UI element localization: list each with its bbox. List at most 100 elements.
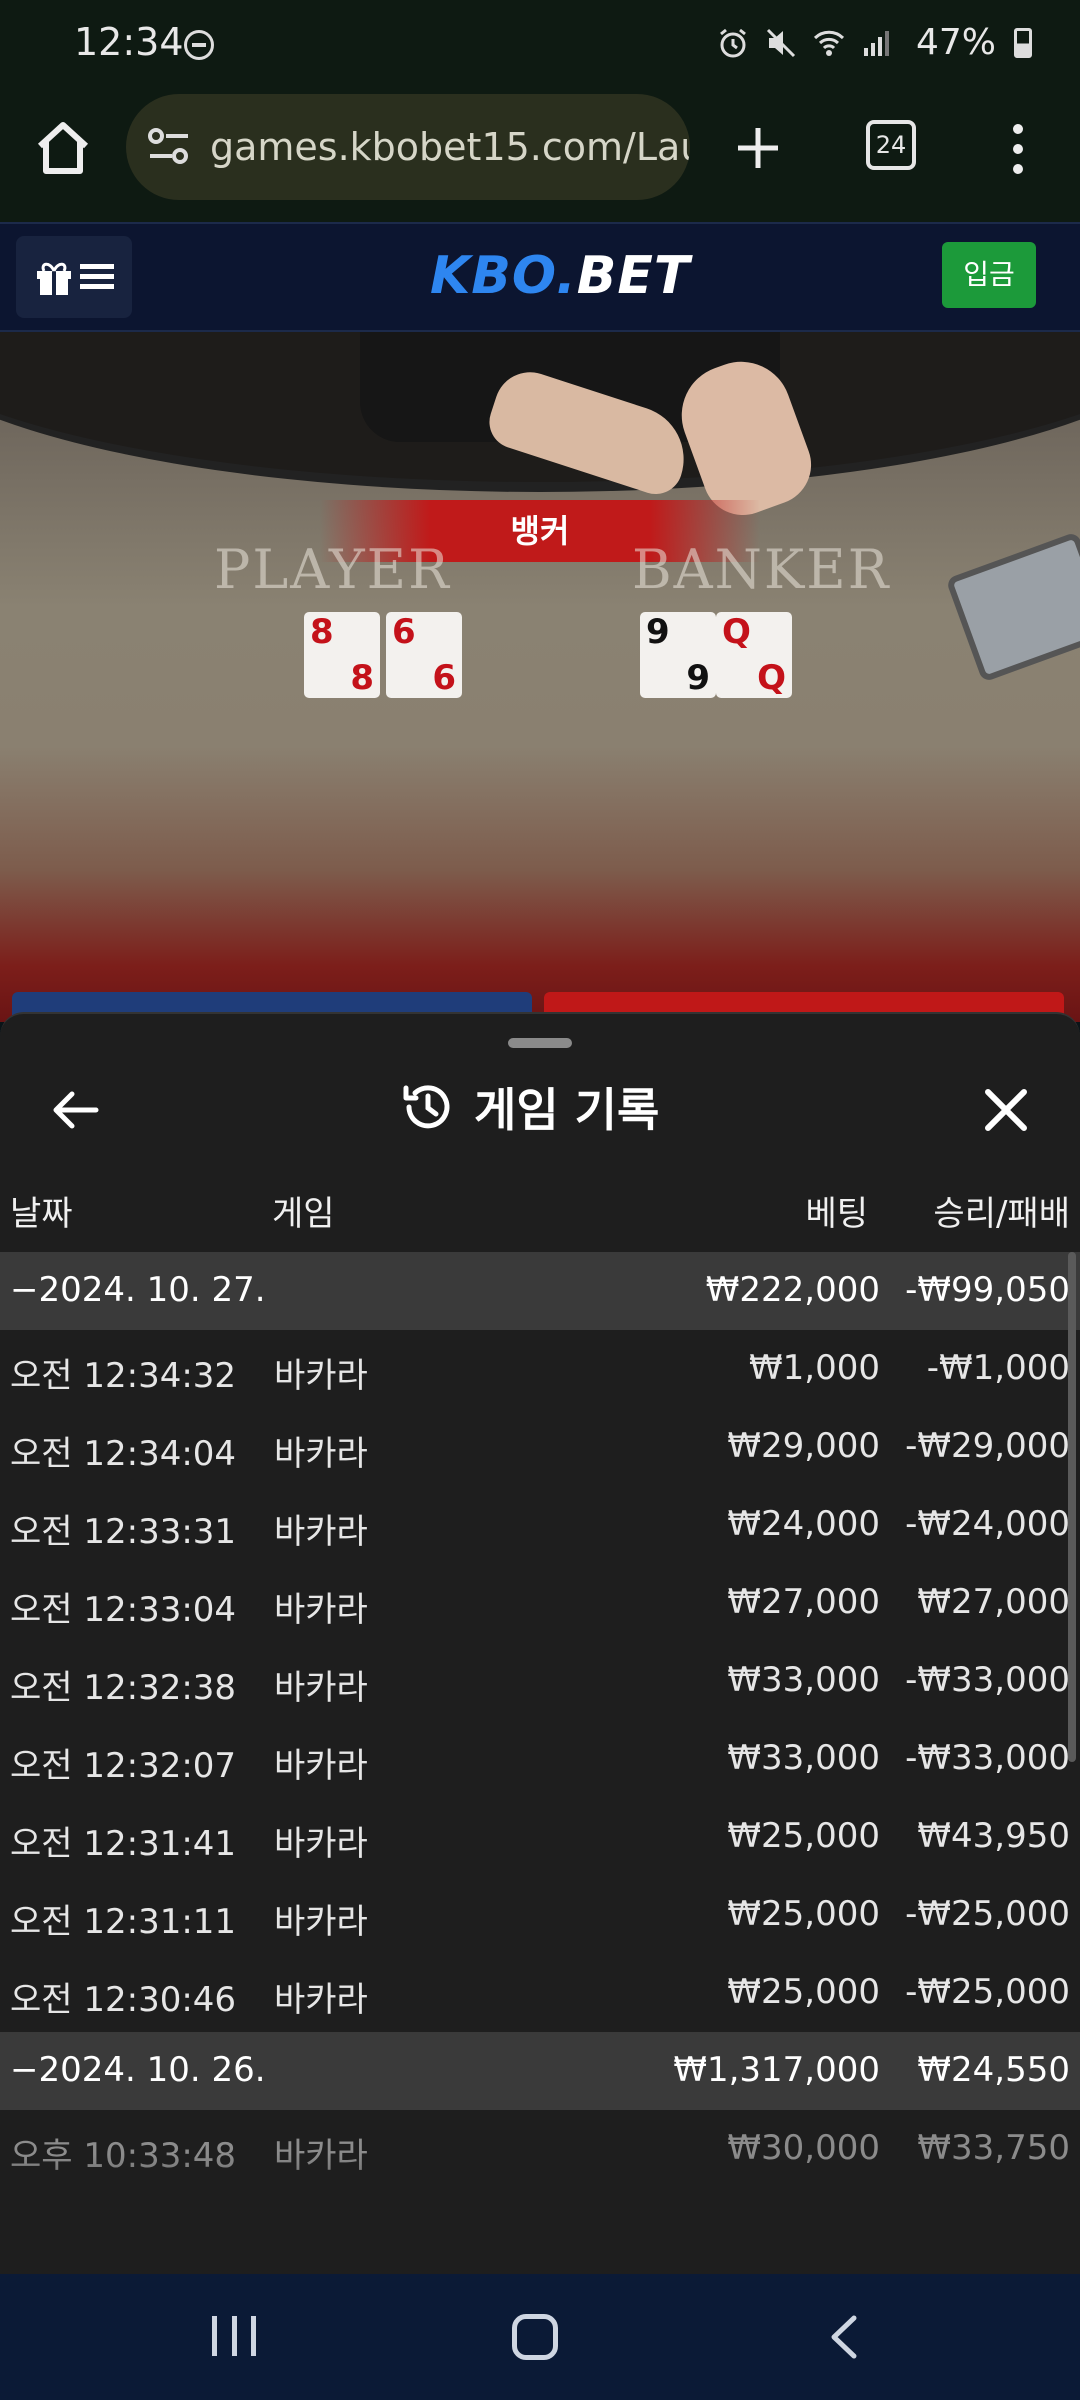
row-game: 바카라 (274, 1434, 368, 1474)
row-date: −2024. 10. 26. (10, 2050, 266, 2090)
sheet-drag-handle[interactable] (508, 1038, 572, 1048)
history-table: −2024. 10. 27. ₩222,000 -₩99,050 오전 12:34:3… (0, 1252, 1080, 2188)
tabs-icon[interactable]: 24 (866, 120, 916, 170)
battery-charging-icon (1014, 27, 1033, 58)
row-game: 바카라 (274, 1356, 368, 1396)
battery-percent: 47% (916, 22, 997, 63)
row-bet: ₩25,000 (727, 1816, 880, 1856)
col-header-bet[interactable]: 베팅 (805, 1186, 868, 1235)
col-header-game[interactable]: 게임 (272, 1186, 335, 1235)
hamburger-icon (80, 264, 114, 289)
row-result: -₩99,050 (905, 1270, 1070, 1310)
site-logo[interactable]: KBO.BET (430, 246, 690, 306)
col-header-date[interactable]: 날짜 (10, 1186, 73, 1235)
row-bet: ₩33,000 (727, 1660, 880, 1700)
scrollbar[interactable] (1068, 1252, 1076, 1762)
row-date: 오전 12:33:31 (10, 1512, 237, 1552)
row-game: 바카라 (274, 1746, 368, 1786)
row-result: -₩24,000 (905, 1504, 1070, 1544)
row-result: ₩24,550 (917, 2050, 1070, 2090)
col-header-result[interactable]: 승리/패배 (933, 1186, 1070, 1235)
sheet-header: 게임 기록 (400, 1074, 659, 1140)
row-date: −2024. 10. 27. (10, 1270, 266, 1310)
row-date: 오전 12:33:04 (10, 1590, 237, 1630)
table-row: 오전 12:34:04 바카라 ₩29,000 -₩29,000 (0, 1408, 1080, 1486)
row-result: -₩33,000 (905, 1660, 1070, 1700)
row-date: 오전 12:32:38 (10, 1668, 237, 1708)
row-game: 바카라 (274, 1902, 368, 1942)
back-nav-icon[interactable] (824, 2312, 864, 2362)
system-nav-bar (0, 2274, 1080, 2400)
alarm-icon (720, 28, 746, 57)
side-menu-button[interactable] (16, 236, 132, 318)
player-card-2: 66 (386, 612, 462, 698)
close-icon[interactable] (980, 1084, 1032, 1136)
deposit-button[interactable]: 입금 (942, 242, 1036, 308)
banker-card-2: QQ (716, 612, 792, 698)
game-history-sheet: 게임 기록 날짜 게임 베팅 승리/패배 −2024. 10. 27. ₩222,… (0, 1012, 1080, 2274)
plus-icon[interactable] (728, 118, 788, 178)
table-row: 오전 12:31:11 바카라 ₩25,000 -₩25,000 (0, 1876, 1080, 1954)
card-shoe (945, 531, 1080, 683)
date-group-row[interactable]: −2024. 10. 26. ₩1,317,000 ₩24,550 (0, 2032, 1080, 2110)
row-bet: ₩27,000 (727, 1582, 880, 1622)
row-bet: ₩222,000 (705, 1270, 880, 1310)
site-header: KBO.BET 입금 (0, 222, 1080, 332)
status-time: 12:34 (74, 20, 184, 64)
sheet-title: 게임 기록 (474, 1083, 660, 1137)
row-bet: ₩29,000 (727, 1426, 880, 1466)
scroll-fade (0, 2154, 1080, 2274)
back-arrow-icon[interactable] (50, 1084, 102, 1136)
wifi-icon (813, 30, 845, 56)
gift-icon (37, 262, 71, 295)
row-game: 바카라 (274, 1512, 368, 1552)
recent-apps-icon[interactable] (212, 2316, 256, 2360)
dnd-icon (184, 30, 214, 60)
url-text[interactable]: games.kbobet15.com/Laun (210, 125, 690, 169)
live-game-video: 뱅커 PLAYER BANKER 88 66 99 QQ (0, 332, 1080, 1022)
row-result: -₩33,000 (905, 1738, 1070, 1778)
table-row: 오전 12:34:32 바카라 ₩1,000 -₩1,000 (0, 1330, 1080, 1408)
row-bet: ₩1,317,000 (673, 2050, 880, 2090)
row-game: 바카라 (274, 1668, 368, 1708)
row-game: 바카라 (274, 1980, 368, 2020)
table-row: 오전 12:32:38 바카라 ₩33,000 -₩33,000 (0, 1642, 1080, 1720)
row-date: 오전 12:31:11 (10, 1902, 237, 1942)
row-bet: ₩25,000 (727, 1894, 880, 1934)
home-button-icon[interactable] (512, 2314, 558, 2360)
row-bet: ₩24,000 (727, 1504, 880, 1544)
history-icon (403, 1085, 450, 1129)
row-date: 오전 12:34:04 (10, 1434, 237, 1474)
table-row: 오전 12:32:07 바카라 ₩33,000 -₩33,000 (0, 1720, 1080, 1798)
row-bet: ₩33,000 (727, 1738, 880, 1778)
more-vert-icon[interactable] (998, 118, 1038, 178)
row-date: 오전 12:31:41 (10, 1824, 237, 1864)
table-row: 오전 12:30:46 바카라 ₩25,000 -₩25,000 (0, 1954, 1080, 2032)
row-bet: ₩25,000 (727, 1972, 880, 2012)
address-bar[interactable]: games.kbobet15.com/Laun (126, 94, 690, 200)
site-settings-icon[interactable] (146, 124, 192, 170)
table-row: 오전 12:31:41 바카라 ₩25,000 ₩43,950 (0, 1798, 1080, 1876)
row-result: -₩1,000 (926, 1348, 1070, 1388)
row-date: 오전 12:32:07 (10, 1746, 237, 1786)
row-date: 오전 12:34:32 (10, 1356, 237, 1396)
home-icon[interactable] (30, 116, 96, 182)
row-date: 오전 12:30:46 (10, 1980, 237, 2020)
table-row: 오전 12:33:04 바카라 ₩27,000 ₩27,000 (0, 1564, 1080, 1642)
status-bar: 12:34 47% (0, 0, 1080, 88)
mute-icon (766, 28, 796, 57)
date-group-row[interactable]: −2024. 10. 27. ₩222,000 -₩99,050 (0, 1252, 1080, 1330)
status-icons: 47% (716, 22, 1033, 63)
row-game: 바카라 (274, 1590, 368, 1630)
player-label: PLAYER (214, 538, 451, 601)
row-result: -₩25,000 (905, 1972, 1070, 2012)
table-row: 오전 12:33:31 바카라 ₩24,000 -₩24,000 (0, 1486, 1080, 1564)
browser-toolbar: games.kbobet15.com/Laun 24 (0, 88, 1080, 222)
row-result: -₩25,000 (905, 1894, 1070, 1934)
banker-label: BANKER (632, 538, 891, 601)
row-result: ₩43,950 (917, 1816, 1070, 1856)
banker-card-1: 99 (640, 612, 716, 698)
row-game: 바카라 (274, 1824, 368, 1864)
player-card-1: 88 (304, 612, 380, 698)
row-bet: ₩1,000 (749, 1348, 880, 1388)
